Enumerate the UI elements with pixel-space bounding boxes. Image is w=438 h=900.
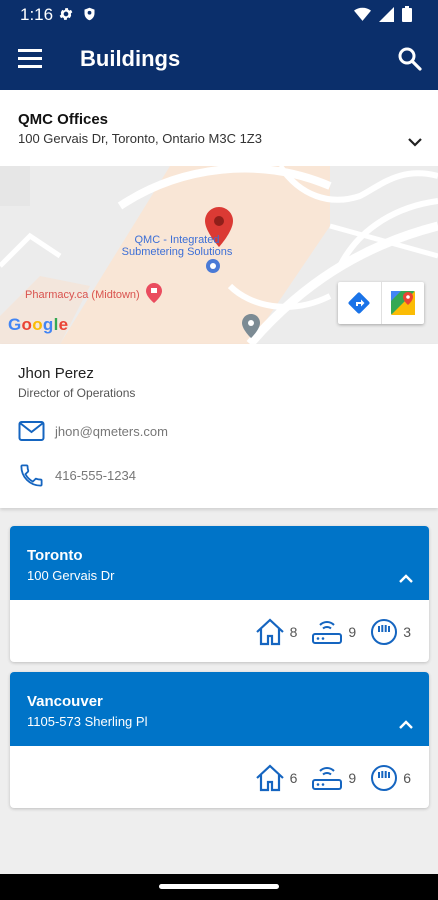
home-gesture-handle[interactable] <box>159 884 279 889</box>
status-bar: 1:16 <box>0 0 438 28</box>
google-logo: Google <box>8 315 69 334</box>
location-address: 1105-573 Sherling Pl <box>27 714 148 729</box>
open-google-maps-button[interactable] <box>380 282 425 324</box>
directions-button[interactable] <box>338 282 381 324</box>
contact-phone-row[interactable]: 416-555-1234 <box>18 462 136 489</box>
router-icon <box>312 767 343 790</box>
buildings-count: 6 <box>289 770 298 786</box>
map-poi-label: QMC - Integrated Submetering Solutions <box>121 234 233 258</box>
contact-name: Jhon Perez <box>18 365 94 382</box>
meters-count: 6 <box>403 770 411 786</box>
shield-icon <box>84 7 95 21</box>
directions-icon <box>348 292 370 314</box>
home-icon <box>255 618 284 646</box>
location-card-body: 6 9 6 <box>10 746 429 808</box>
page-title: Buildings <box>80 46 181 71</box>
home-icon <box>255 764 284 792</box>
location-city: Vancouver <box>27 693 103 710</box>
email-icon <box>18 421 45 441</box>
location-city: Toronto <box>27 547 83 564</box>
gateways-stat[interactable]: 9 <box>311 765 356 791</box>
location-marker-icon <box>206 259 220 273</box>
chevron-up-icon[interactable] <box>397 570 415 588</box>
system-nav-bar <box>0 874 438 900</box>
location-card: Vancouver 1105-573 Sherling Pl 6 9 6 <box>10 672 429 808</box>
gateways-count: 9 <box>348 770 357 786</box>
router-icon <box>312 621 343 644</box>
app-bar: Buildings <box>0 28 438 90</box>
building-address: 100 Gervais Dr, Toronto, Ontario M3C 1Z3 <box>18 131 262 146</box>
menu-icon[interactable] <box>18 48 46 70</box>
building-name: QMC Offices <box>18 111 109 128</box>
search-icon[interactable] <box>396 45 424 73</box>
chevron-down-icon[interactable] <box>406 133 424 151</box>
signal-icon <box>379 6 394 22</box>
meters-count: 3 <box>403 624 411 640</box>
google-maps-icon <box>390 291 415 315</box>
contact-card: Jhon Perez Director of Operations jhon@q… <box>0 344 438 508</box>
gateways-stat[interactable]: 9 <box>311 619 356 645</box>
phone-icon <box>20 464 43 487</box>
buildings-stat[interactable]: 6 <box>255 764 298 792</box>
contact-phone: 416-555-1234 <box>55 468 136 483</box>
battery-icon <box>402 6 412 22</box>
buildings-stat[interactable]: 8 <box>255 618 298 646</box>
location-card-header[interactable]: Vancouver 1105-573 Sherling Pl <box>10 672 429 746</box>
location-card: Toronto 100 Gervais Dr 8 9 3 <box>10 526 429 662</box>
building-selector[interactable]: QMC Offices 100 Gervais Dr, Toronto, Ont… <box>0 90 438 166</box>
location-address: 100 Gervais Dr <box>27 568 115 583</box>
status-time: 1:16 <box>20 5 54 24</box>
buildings-count: 8 <box>289 624 298 640</box>
meter-icon <box>371 765 398 791</box>
gear-icon <box>59 8 73 20</box>
meters-stat[interactable]: 6 <box>370 764 411 792</box>
contact-email: jhon@qmeters.com <box>55 423 168 439</box>
location-stats: 8 9 3 <box>241 618 411 646</box>
meter-icon <box>371 619 398 645</box>
gateways-count: 9 <box>348 624 357 640</box>
contact-title: Director of Operations <box>18 386 136 400</box>
chevron-up-icon[interactable] <box>397 716 415 734</box>
location-card-body: 8 9 3 <box>10 600 429 662</box>
location-card-header[interactable]: Toronto 100 Gervais Dr <box>10 526 429 600</box>
shopping-bag-icon <box>146 283 162 303</box>
map-pharmacy-label: Pharmacy.ca (Midtown) <box>25 289 140 301</box>
map-toolbar <box>338 282 424 324</box>
meters-stat[interactable]: 3 <box>370 618 411 646</box>
contact-email-row[interactable]: jhon@qmeters.com <box>18 420 168 442</box>
wifi-icon <box>354 7 371 21</box>
location-stats: 6 9 6 <box>241 764 411 792</box>
map-poi-gray-icon <box>242 314 260 338</box>
